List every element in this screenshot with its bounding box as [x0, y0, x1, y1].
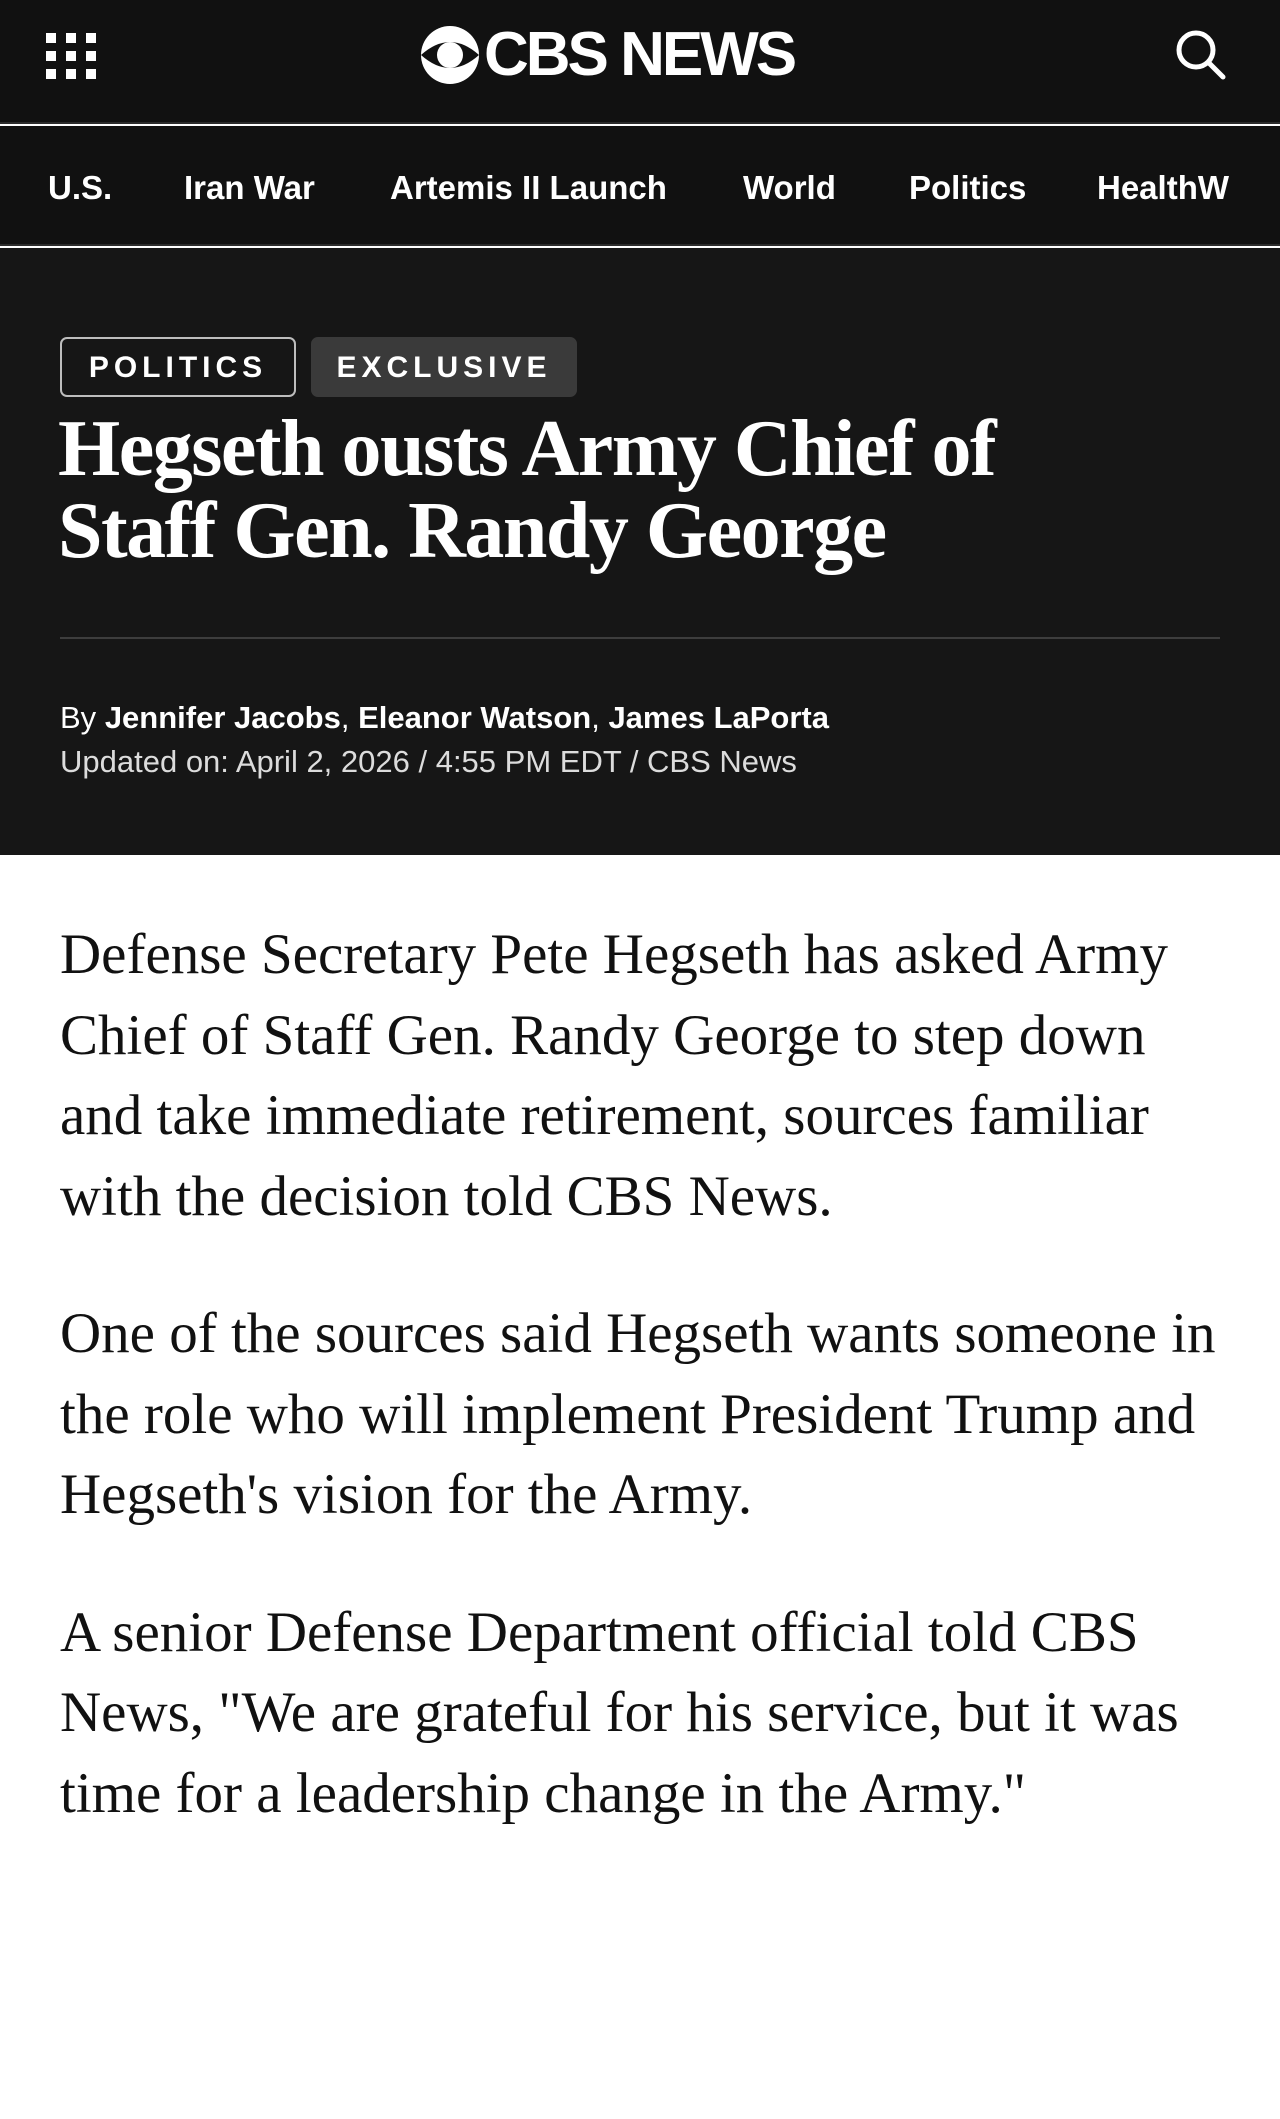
nav-item-politics[interactable]: Politics: [909, 126, 1026, 244]
top-bar: CBS NEWS: [0, 0, 1280, 124]
cbs-eye-icon: [421, 26, 479, 84]
headline-line-1: Hegseth ousts Army Chief of: [58, 405, 997, 493]
nav-item-health[interactable]: HealthW: [1097, 126, 1229, 244]
nav-item-world[interactable]: World: [743, 126, 836, 244]
cbs-news-logo[interactable]: CBS NEWS: [420, 20, 797, 89]
search-icon[interactable]: [1173, 27, 1229, 83]
byline-prefix: By: [60, 700, 97, 735]
article-header: POLITICS EXCLUSIVE Hegseth ousts Army Ch…: [0, 248, 1280, 855]
article-paragraph: Defense Secretary Pete Hegseth has asked…: [60, 923, 1168, 1228]
nav-item-us[interactable]: U.S.: [48, 126, 112, 244]
article-body: Defense Secretary Pete Hegseth has asked…: [60, 915, 1230, 1834]
author-link[interactable]: James LaPorta: [608, 700, 829, 735]
author-link[interactable]: Jennifer Jacobs: [105, 700, 341, 735]
section-nav: U.S. Iran War Artemis II Launch World Po…: [0, 126, 1280, 246]
headline: Hegseth ousts Army Chief of Staff Gen. R…: [58, 408, 1218, 572]
headline-line-2: Staff Gen. Randy George: [58, 487, 887, 575]
nav-item-iran-war[interactable]: Iran War: [184, 126, 315, 244]
article-paragraph: One of the sources said Hegseth wants so…: [60, 1302, 1216, 1526]
updated-timestamp: Updated on: April 2, 2026 / 4:55 PM EDT …: [60, 744, 797, 779]
tag-exclusive: EXCLUSIVE: [311, 337, 577, 397]
nav-item-artemis[interactable]: Artemis II Launch: [390, 126, 667, 244]
grid-menu-icon[interactable]: [46, 33, 96, 79]
article-paragraph: A senior Defense Department official tol…: [60, 1600, 1179, 1825]
tag-politics[interactable]: POLITICS: [60, 337, 296, 397]
logo-text: CBS NEWS: [484, 20, 797, 89]
author-link[interactable]: Eleanor Watson: [358, 700, 591, 735]
byline: By Jennifer Jacobs, Eleanor Watson, Jame…: [60, 700, 829, 735]
divider: [60, 637, 1220, 639]
